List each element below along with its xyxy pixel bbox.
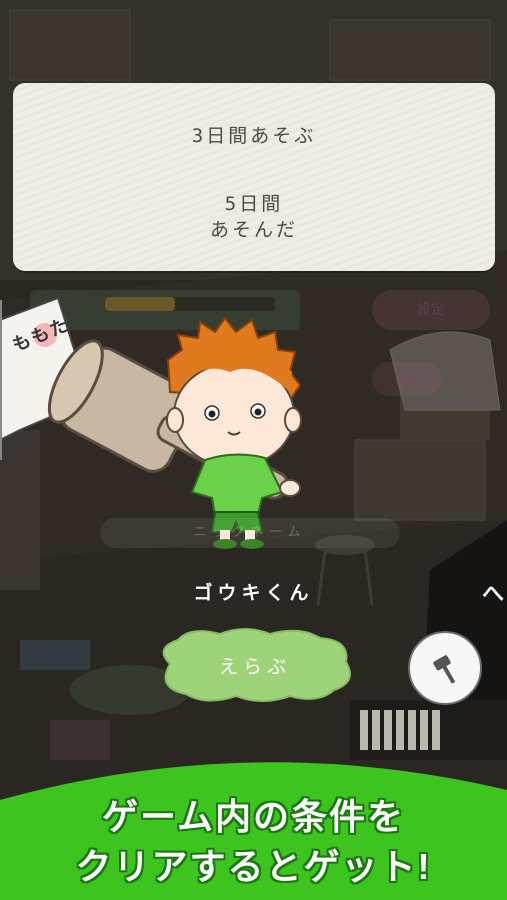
nickname-bar: ニックネーム: [100, 518, 400, 548]
hammer-icon: [433, 655, 456, 684]
menu-label: 図鑑: [394, 372, 419, 386]
promo-footer: ゲーム内の条件を クリアするとゲット!: [0, 760, 507, 900]
achievement-condition: 3日間あそぶ: [191, 125, 317, 147]
settings-label: 設定: [417, 302, 445, 318]
achievement-result-days: 5日間: [224, 193, 284, 215]
achievement-card: 3日間あそぶ 5日間 あそんだ: [13, 83, 495, 271]
settings-button[interactable]: 設定: [372, 290, 490, 330]
select-button[interactable]: えらぶ: [150, 626, 360, 702]
menu-button[interactable]: 図鑑: [372, 362, 442, 396]
achievement-result-text: あそんだ: [209, 219, 298, 241]
promo-line-2: クリアするとゲット!: [75, 846, 432, 887]
select-button-label: えらぶ: [218, 656, 291, 678]
character-name: ゴウキくん: [193, 582, 314, 604]
promo-line-1: ゲーム内の条件を: [102, 796, 405, 837]
next-character-arrow[interactable]: へ: [482, 576, 504, 608]
close-button[interactable]: [408, 631, 482, 705]
